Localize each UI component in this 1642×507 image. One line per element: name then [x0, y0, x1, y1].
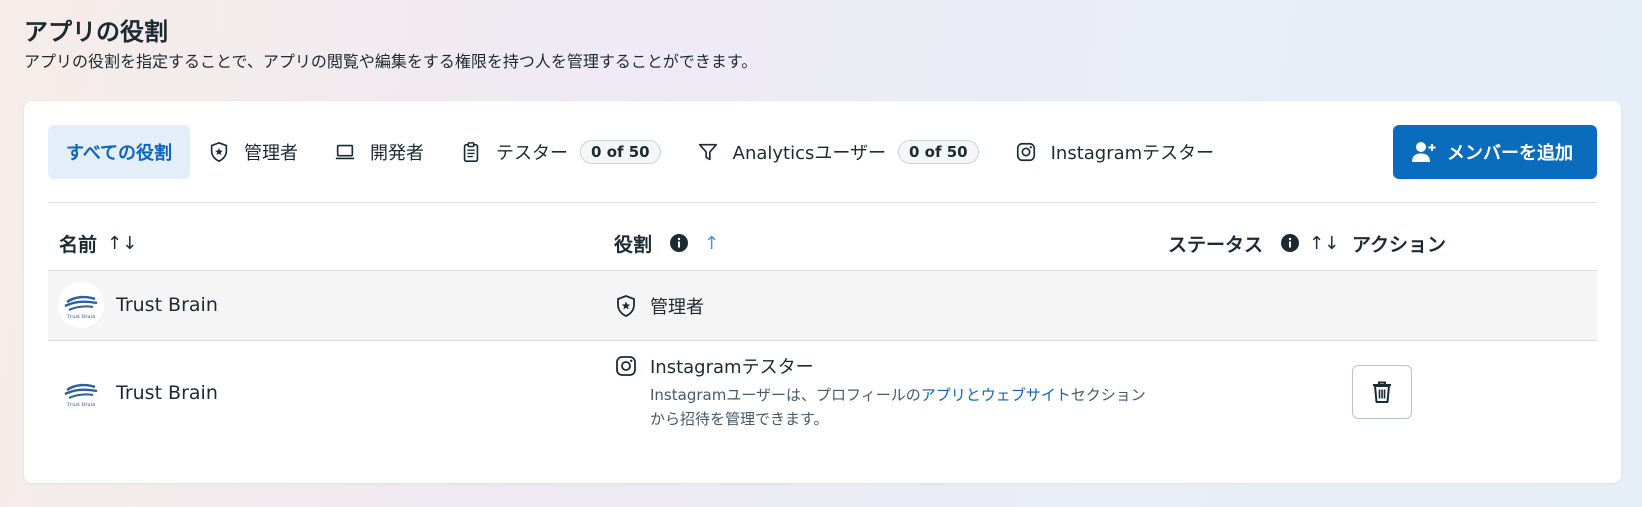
member-cell: Trust Brain Trust Brain	[58, 370, 218, 416]
page-title: アプリの役割	[24, 18, 168, 46]
trash-icon	[1373, 381, 1391, 403]
role-description: Instagramユーザーは、プロフィールのアプリとウェブサイトセクションから招…	[650, 383, 1160, 431]
delete-button[interactable]	[1352, 365, 1412, 419]
clipboard-icon	[460, 141, 482, 163]
avatar: Trust Brain	[58, 282, 104, 328]
info-icon[interactable]	[1281, 234, 1300, 252]
table-header: 名前 ↑↓ 役割 ↑ ステータス ↑↓ アクション	[48, 221, 1597, 265]
tabs-divider	[48, 202, 1597, 203]
analytics-count-badge: 0 of 50	[898, 140, 979, 164]
funnel-icon	[697, 141, 719, 163]
table-row: Trust Brain Trust Brain 管理者	[48, 270, 1597, 340]
info-icon[interactable]	[670, 234, 689, 252]
role-cell: 管理者	[614, 271, 704, 341]
column-header-role[interactable]: 役割 ↑	[614, 221, 719, 265]
add-member-button[interactable]: メンバーを追加	[1393, 125, 1597, 179]
table-row: Trust Brain Trust Brain Instagramテスター In…	[48, 340, 1597, 444]
svg-text:Trust Brain: Trust Brain	[67, 314, 97, 320]
sort-icon[interactable]: ↑↓	[107, 233, 137, 254]
apps-and-websites-link[interactable]: アプリとウェブサイト	[921, 386, 1071, 404]
role-label: 管理者	[650, 297, 704, 318]
roles-card: すべての役割 管理者 開発者 テスター 0 of 50 Analyticsユーザ…	[24, 101, 1621, 483]
sort-icon[interactable]: ↑↓	[1309, 233, 1339, 254]
member-name: Trust Brain	[116, 294, 218, 316]
tab-label: すべての役割	[66, 143, 173, 164]
tab-admins[interactable]: 管理者	[190, 125, 316, 179]
tab-label: テスター	[496, 143, 569, 164]
column-header-status[interactable]: ステータス ↑↓	[1168, 221, 1339, 265]
laptop-icon	[334, 141, 356, 163]
instagram-icon	[1015, 141, 1037, 163]
page-subtitle: アプリの役割を指定することで、アプリの閲覧や編集をする権限を持つ人を管理すること…	[24, 52, 758, 71]
role-tabs: すべての役割 管理者 開発者 テスター 0 of 50 Analyticsユーザ…	[48, 125, 1597, 179]
column-header-name[interactable]: 名前 ↑↓	[59, 221, 137, 265]
add-member-label: メンバーを追加	[1447, 143, 1573, 164]
trust-brain-logo: Trust Brain	[64, 383, 98, 408]
role-label: Instagramテスター	[650, 357, 814, 378]
member-name: Trust Brain	[116, 382, 218, 404]
tester-count-badge: 0 of 50	[580, 140, 661, 164]
tab-analytics-users[interactable]: Analyticsユーザー 0 of 50	[679, 125, 997, 179]
column-label-name: 名前	[59, 233, 98, 256]
svg-text:Trust Brain: Trust Brain	[67, 402, 97, 408]
column-label-action: アクション	[1352, 233, 1447, 256]
tab-developers[interactable]: 開発者	[316, 125, 442, 179]
column-header-action: アクション	[1352, 221, 1446, 265]
action-cell	[1352, 365, 1412, 419]
tab-testers[interactable]: テスター 0 of 50	[442, 125, 679, 179]
add-person-icon	[1411, 141, 1437, 163]
sort-ascending-icon[interactable]: ↑	[704, 233, 719, 254]
tab-all-roles[interactable]: すべての役割	[48, 125, 191, 179]
instagram-icon	[614, 354, 638, 378]
trust-brain-logo: Trust Brain	[64, 295, 98, 320]
description-text: Instagramユーザーは、プロフィールの	[650, 386, 921, 404]
shield-star-icon	[614, 294, 638, 318]
member-cell: Trust Brain Trust Brain	[58, 282, 218, 328]
tab-label: Instagramテスター	[1050, 143, 1215, 164]
tab-instagram-testers[interactable]: Instagramテスター	[997, 125, 1233, 179]
tab-label: 管理者	[244, 143, 299, 164]
column-label-status: ステータス	[1168, 233, 1264, 256]
tab-label: Analyticsユーザー	[732, 143, 887, 164]
column-label-role: 役割	[614, 233, 653, 256]
tab-label: 開発者	[370, 143, 425, 164]
avatar: Trust Brain	[58, 370, 104, 416]
shield-star-icon	[208, 141, 230, 163]
role-cell: Instagramテスター Instagramユーザーは、プロフィールのアプリと…	[614, 353, 1160, 431]
